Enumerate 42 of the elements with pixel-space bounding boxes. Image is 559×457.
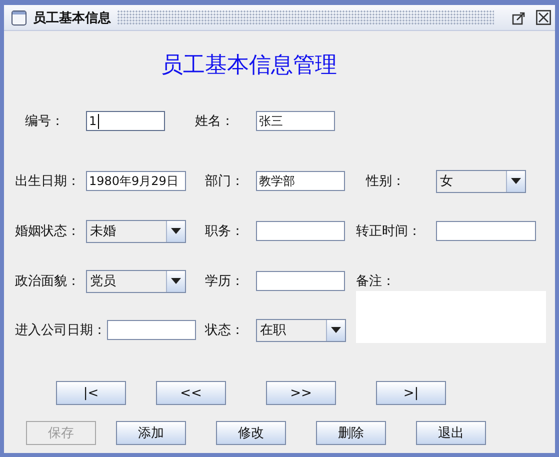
field-label: 进入公司日期： xyxy=(15,322,106,339)
combo-box[interactable]: 在职 xyxy=(256,318,346,342)
navigation-button[interactable]: >| xyxy=(376,381,446,405)
text-field[interactable] xyxy=(256,221,345,241)
text-field[interactable] xyxy=(256,271,345,291)
combo-box[interactable]: 女 xyxy=(436,170,526,192)
action-button[interactable]: 修改 xyxy=(216,421,286,445)
text-field[interactable] xyxy=(436,221,536,241)
dropdown-arrow-icon xyxy=(171,278,181,284)
action-button[interactable]: 添加 xyxy=(116,421,186,445)
field-label: 出生日期： xyxy=(15,173,80,190)
close-icon[interactable] xyxy=(536,10,551,25)
dropdown-arrow-icon xyxy=(331,327,341,333)
field-label: 职务： xyxy=(205,223,244,240)
text-field[interactable]: 张三 xyxy=(256,111,335,131)
field-label: 政治面貌： xyxy=(15,273,80,290)
navigation-button[interactable]: >> xyxy=(266,381,336,405)
restore-icon[interactable] xyxy=(512,10,526,24)
action-button[interactable]: 退出 xyxy=(416,421,486,445)
field-label: 转正时间： xyxy=(356,223,421,240)
dropdown-arrow-icon xyxy=(171,228,181,234)
field-label: 姓名： xyxy=(195,113,234,130)
field-label: 备注： xyxy=(356,273,395,290)
field-label: 婚姻状态： xyxy=(15,223,80,240)
field-label: 部门： xyxy=(205,173,244,190)
field-label: 学历： xyxy=(205,273,244,290)
combo-box[interactable]: 党员 xyxy=(86,270,186,292)
window-title: 员工基本信息 xyxy=(33,10,111,26)
text-field[interactable]: 1980年9月29日 xyxy=(86,171,186,191)
dropdown-arrow-icon xyxy=(511,178,521,184)
window-icon xyxy=(11,10,27,26)
text-field[interactable] xyxy=(107,320,196,340)
text-field[interactable]: 教学部 xyxy=(256,171,345,191)
form-heading: 员工基本信息管理 xyxy=(160,52,338,80)
combo-box[interactable]: 未婚 xyxy=(86,220,186,242)
field-label: 编号： xyxy=(25,113,64,130)
field-label: 性别： xyxy=(366,173,405,190)
field-label: 状态： xyxy=(205,322,244,339)
action-button[interactable]: 删除 xyxy=(316,421,386,445)
navigation-button[interactable]: << xyxy=(156,381,226,405)
text-field[interactable]: 1 xyxy=(86,111,165,131)
navigation-button[interactable]: |< xyxy=(56,381,126,405)
